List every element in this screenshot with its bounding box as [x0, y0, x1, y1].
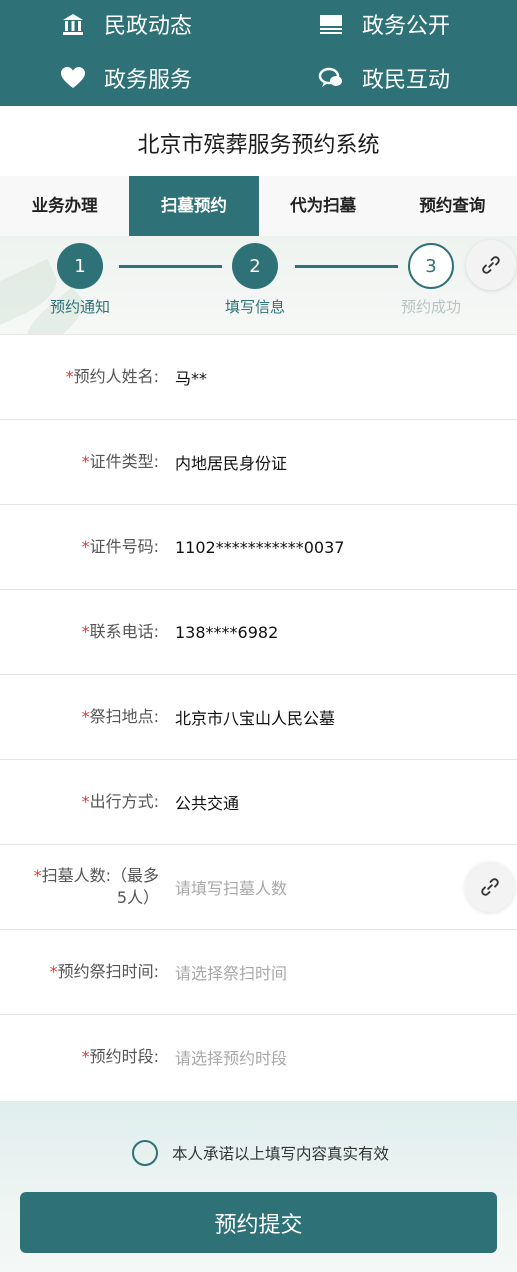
agreement-radio[interactable]: [132, 1140, 158, 1166]
top-navigation: 民政动态 政务公开 政务服务 政民互动: [0, 0, 517, 106]
step-1-label: 预约通知: [49, 298, 110, 316]
share-link-button[interactable]: [465, 862, 515, 912]
required-mark: *: [49, 962, 58, 981]
heart-icon: [60, 65, 86, 91]
tab-bar: 业务办理 扫墓预约 代为扫墓 预约查询: [0, 176, 517, 236]
step-2-label: 填写信息: [224, 298, 285, 316]
form-row-time-slot[interactable]: *预约时段: 请选择预约时段: [0, 1014, 517, 1099]
chat-icon: [318, 65, 344, 91]
form-row-visit-time[interactable]: *预约祭扫时间: 请选择祭扫时间: [0, 929, 517, 1014]
form-row-travel-mode[interactable]: *出行方式: 公共交通: [0, 759, 517, 844]
required-mark: *: [81, 537, 90, 556]
phone-field[interactable]: 138****6982: [163, 623, 278, 642]
form-row-name[interactable]: *预约人姓名: 马**: [0, 334, 517, 419]
required-mark: *: [65, 367, 74, 386]
field-label-text: 预约人姓名:: [73, 367, 159, 386]
link-icon: [481, 878, 499, 896]
visit-time-select[interactable]: 请选择祭扫时间: [163, 960, 287, 984]
visitor-count-input[interactable]: 请填写扫墓人数: [163, 875, 287, 899]
form-row-id-type[interactable]: *证件类型: 内地居民身份证: [0, 419, 517, 504]
id-number-field[interactable]: 1102***********0037: [163, 538, 344, 557]
nav-item-public[interactable]: 政务公开: [318, 4, 450, 44]
field-label: *证件号码:: [0, 536, 163, 558]
nav-item-label: 民政动态: [104, 14, 193, 39]
step-1-circle: 1: [57, 243, 103, 289]
id-type-field[interactable]: 内地居民身份证: [163, 450, 287, 474]
form-row-id-number[interactable]: *证件号码: 1102***********0037: [0, 504, 517, 589]
required-mark: *: [81, 707, 90, 726]
nav-item-label: 政务公开: [362, 14, 451, 39]
field-label-text: 扫墓人数:（最多5人）: [41, 866, 159, 907]
required-mark: *: [81, 792, 90, 811]
list-icon: [318, 11, 344, 37]
form-row-location[interactable]: *祭扫地点: 北京市八宝山人民公墓: [0, 674, 517, 759]
travel-mode-field[interactable]: 公共交通: [163, 790, 239, 814]
field-label: *出行方式:: [0, 791, 163, 813]
nav-item-services[interactable]: 政务服务: [60, 58, 192, 98]
form-row-phone[interactable]: *联系电话: 138****6982: [0, 589, 517, 674]
booking-form: *预约人姓名: 马** *证件类型: 内地居民身份证 *证件号码: 1102**…: [0, 334, 517, 1099]
agreement-text: 本人承诺以上填写内容真实有效: [172, 1145, 390, 1163]
building-icon: [60, 11, 86, 37]
required-mark: *: [81, 452, 90, 471]
step-3-label: 预约成功: [400, 298, 461, 316]
progress-steps: 1 2 3 预约通知 填写信息 预约成功: [0, 236, 517, 334]
nav-item-interaction[interactable]: 政民互动: [318, 58, 450, 98]
field-label-text: 预约祭扫时间:: [57, 962, 159, 981]
page-title: 北京市殡葬服务预约系统: [0, 106, 517, 176]
field-label: *联系电话:: [0, 621, 163, 643]
required-mark: *: [33, 866, 42, 885]
agreement-checkbox[interactable]: 本人承诺以上填写内容真实有效: [132, 1140, 389, 1166]
field-label: *证件类型:: [0, 451, 163, 473]
field-label-text: 证件号码:: [89, 537, 159, 556]
field-label: *预约祭扫时间:: [0, 961, 163, 983]
field-label: *扫墓人数:（最多5人）: [0, 865, 163, 909]
step-3-circle: 3: [408, 243, 454, 289]
field-label: *祭扫地点:: [0, 706, 163, 728]
field-label-text: 祭扫地点:: [89, 707, 159, 726]
required-mark: *: [81, 622, 90, 641]
link-icon: [482, 256, 500, 274]
field-label-text: 证件类型:: [89, 452, 159, 471]
required-mark: *: [81, 1047, 90, 1066]
nav-item-label: 政务服务: [104, 68, 193, 93]
name-field[interactable]: 马**: [163, 365, 207, 389]
step-connector: [295, 265, 398, 268]
nav-item-news[interactable]: 民政动态: [60, 4, 192, 44]
share-link-button[interactable]: [466, 240, 516, 290]
form-row-visitor-count[interactable]: *扫墓人数:（最多5人） 请填写扫墓人数: [0, 844, 517, 929]
tab-booking-query[interactable]: 预约查询: [388, 176, 517, 236]
nav-item-label: 政民互动: [362, 68, 451, 93]
field-label-text: 出行方式:: [89, 792, 159, 811]
step-connector: [119, 265, 222, 268]
tab-business[interactable]: 业务办理: [0, 176, 129, 236]
tab-proxy-sweeping[interactable]: 代为扫墓: [259, 176, 388, 236]
location-field[interactable]: 北京市八宝山人民公墓: [163, 705, 335, 729]
field-label-text: 预约时段:: [89, 1047, 159, 1066]
field-label-text: 联系电话:: [89, 622, 159, 641]
field-label: *预约人姓名:: [0, 366, 163, 388]
step-2-circle: 2: [232, 243, 278, 289]
submit-booking-button[interactable]: 预约提交: [20, 1192, 497, 1253]
field-label: *预约时段:: [0, 1046, 163, 1068]
tab-grave-sweeping-booking[interactable]: 扫墓预约: [129, 176, 259, 236]
time-slot-select[interactable]: 请选择预约时段: [163, 1045, 287, 1069]
